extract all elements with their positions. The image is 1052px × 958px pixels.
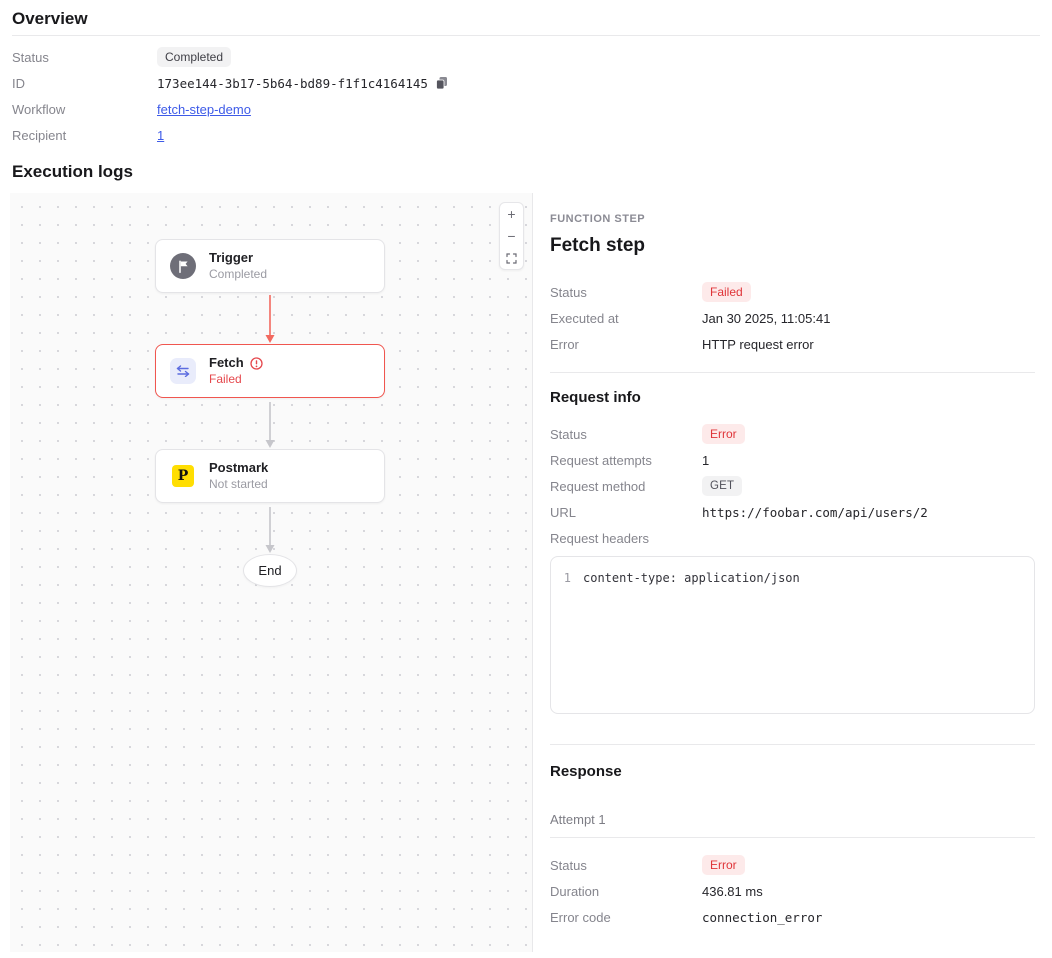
divider [550, 372, 1035, 373]
workflow-label: Workflow [12, 102, 157, 117]
node-end: End [243, 554, 297, 587]
flag-icon [170, 253, 196, 279]
edge-fetch-postmark [263, 402, 277, 449]
workflow-link[interactable]: fetch-step-demo [157, 102, 251, 117]
divider [550, 837, 1035, 838]
copy-icon[interactable] [435, 76, 448, 90]
url-label: URL [550, 505, 702, 520]
step-status-label: Status [550, 285, 702, 300]
attempt-label: Attempt 1 [550, 809, 1035, 829]
error-code-value: connection_error [702, 910, 822, 925]
canvas-zoom-controls: + − [499, 202, 524, 270]
overview-row-id: ID 173ee144-3b17-5b64-bd89-f1f1c4164145 [12, 70, 1040, 96]
recipient-link[interactable]: 1 [157, 128, 164, 143]
zoom-in-button[interactable]: + [500, 203, 523, 225]
execution-logs-title: Execution logs [12, 162, 1052, 182]
request-status-badge: Error [702, 424, 745, 444]
node-postmark-status: Not started [209, 477, 268, 492]
step-row-status: Status Failed [550, 279, 1035, 305]
zoom-out-button[interactable]: − [500, 225, 523, 247]
code-line-number: 1 [551, 570, 583, 586]
node-trigger[interactable]: Trigger Completed [155, 239, 385, 293]
step-row-error: Error HTTP request error [550, 331, 1035, 357]
fit-view-button[interactable] [500, 247, 523, 269]
request-status-label: Status [550, 427, 702, 442]
response-heading: Response [550, 763, 1035, 781]
code-line-content: content-type: application/json [583, 570, 800, 586]
request-row-method: Request method GET [550, 473, 1035, 499]
executed-at-value: Jan 30 2025, 11:05:41 [702, 311, 830, 326]
code-line: 1 content-type: application/json [551, 570, 1034, 586]
step-title: Fetch step [550, 235, 1035, 257]
node-fetch[interactable]: Fetch Failed [155, 344, 385, 398]
id-label: ID [12, 76, 157, 91]
error-label: Error [550, 337, 702, 352]
swap-arrows-icon [170, 358, 196, 384]
response-status-badge: Error [702, 855, 745, 875]
overview-row-workflow: Workflow fetch-step-demo [12, 96, 1040, 122]
fit-view-icon [506, 253, 517, 264]
request-attempts-value: 1 [702, 453, 709, 468]
error-code-label: Error code [550, 910, 702, 925]
step-status-badge: Failed [702, 282, 751, 302]
request-headers-code-block: 1 content-type: application/json [550, 556, 1035, 714]
node-postmark[interactable]: P Postmark Not started [155, 449, 385, 503]
request-info-heading: Request info [550, 389, 1035, 407]
edge-trigger-fetch [263, 295, 277, 344]
id-value: 173ee144-3b17-5b64-bd89-f1f1c4164145 [157, 76, 428, 91]
error-icon [250, 357, 263, 370]
recipient-label: Recipient [12, 128, 157, 143]
executed-at-label: Executed at [550, 311, 702, 326]
request-method-badge: GET [702, 476, 742, 496]
request-method-label: Request method [550, 479, 702, 494]
step-type-kicker: FUNCTION STEP [550, 213, 1035, 225]
request-row-attempts: Request attempts 1 [550, 447, 1035, 473]
node-fetch-title: Fetch [209, 355, 244, 371]
request-attempts-label: Request attempts [550, 453, 702, 468]
response-row-error-code: Error code connection_error [550, 904, 1035, 930]
postmark-icon: P [172, 465, 194, 487]
overview-section: Overview Status Completed ID 173ee144-3b… [0, 0, 1052, 148]
duration-label: Duration [550, 884, 702, 899]
status-label: Status [12, 50, 157, 65]
request-row-url: URL https://foobar.com/api/users/2 [550, 499, 1035, 525]
node-trigger-status: Completed [209, 267, 267, 282]
response-row-duration: Duration 436.81 ms [550, 878, 1035, 904]
response-row-status: Status Error [550, 852, 1035, 878]
duration-value: 436.81 ms [702, 884, 763, 899]
status-badge: Completed [157, 47, 231, 67]
step-row-executed: Executed at Jan 30 2025, 11:05:41 [550, 305, 1035, 331]
request-headers-label: Request headers [550, 525, 1035, 551]
page-title: Overview [12, 9, 1040, 29]
error-value: HTTP request error [702, 337, 814, 352]
node-end-label: End [258, 563, 281, 578]
divider [550, 744, 1035, 745]
step-detail-panel: FUNCTION STEP Fetch step Status Failed E… [533, 193, 1052, 958]
response-status-label: Status [550, 858, 702, 873]
node-trigger-title: Trigger [209, 250, 267, 266]
edge-postmark-end [263, 507, 277, 554]
request-row-status: Status Error [550, 421, 1035, 447]
url-value: https://foobar.com/api/users/2 [702, 505, 928, 520]
overview-row-recipient: Recipient 1 [12, 122, 1040, 148]
node-postmark-title: Postmark [209, 460, 268, 476]
overview-row-status: Status Completed [12, 44, 1040, 70]
node-fetch-status: Failed [209, 372, 263, 387]
workflow-canvas[interactable]: Trigger Completed Fetch Failed [10, 193, 533, 952]
